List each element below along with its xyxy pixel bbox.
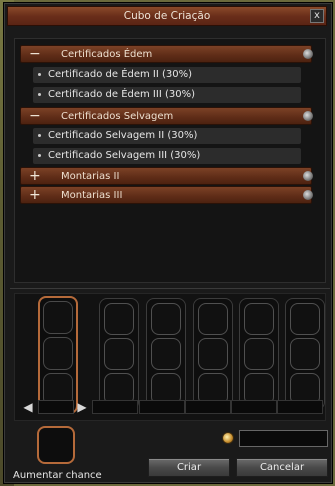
- category-end-knob: [303, 49, 313, 59]
- category-label: Certificados Selvagem: [61, 111, 174, 122]
- category-end-knob: [303, 190, 313, 200]
- list-item[interactable]: Certificado Selvagem III (30%): [33, 148, 301, 164]
- title-bar[interactable]: Cubo de Criação x: [7, 6, 327, 26]
- collapse-icon[interactable]: −: [29, 108, 41, 124]
- quantity-cell: [139, 400, 185, 414]
- item-label: Certificado Selvagem III (30%): [48, 150, 201, 161]
- expand-icon[interactable]: +: [29, 187, 41, 203]
- material-column: [239, 298, 279, 410]
- category-end-knob: [303, 171, 313, 181]
- material-column: [285, 298, 325, 410]
- coin-icon: [222, 432, 234, 444]
- result-slot[interactable]: [38, 296, 78, 414]
- category-label: Montarias III: [61, 190, 123, 201]
- material-slot[interactable]: [290, 338, 320, 370]
- cost-field: [239, 430, 328, 447]
- quantity-cell: [92, 400, 138, 414]
- chance-label: Aumentar chance: [13, 470, 102, 481]
- material-column: [193, 298, 233, 410]
- item-label: Certificado Selvagem II (30%): [48, 130, 198, 141]
- material-slot[interactable]: [104, 338, 134, 370]
- cancel-button[interactable]: Cancelar: [236, 458, 328, 477]
- chevron-left-icon[interactable]: ◀: [22, 400, 34, 414]
- material-slot[interactable]: [151, 303, 181, 335]
- result-cell[interactable]: [43, 337, 73, 370]
- chevron-right-icon[interactable]: ▶: [76, 400, 88, 414]
- material-slot[interactable]: [290, 303, 320, 335]
- material-slot[interactable]: [198, 303, 228, 335]
- material-column: [146, 298, 186, 410]
- item-label: Certificado de Édem III (30%): [48, 89, 195, 100]
- material-slot[interactable]: [244, 338, 274, 370]
- collapse-icon[interactable]: −: [29, 46, 41, 62]
- material-column: [99, 298, 139, 410]
- crafting-window: Cubo de Criação x − Certificados Édem Ce…: [3, 2, 333, 484]
- bullet-icon: [38, 73, 41, 76]
- quantity-cell: [185, 400, 231, 414]
- quantity-cell: [277, 400, 323, 414]
- quantity-cell: [231, 400, 277, 414]
- list-item[interactable]: Certificado Selvagem II (30%): [33, 128, 301, 144]
- item-label: Certificado de Édem II (30%): [48, 69, 193, 80]
- bullet-icon: [38, 93, 41, 96]
- recipe-list: − Certificados Édem Certificado de Édem …: [14, 38, 326, 283]
- category-montarias-ii[interactable]: + Montarias II: [20, 167, 313, 185]
- page-field: [38, 400, 74, 414]
- category-montarias-iii[interactable]: + Montarias III: [20, 186, 313, 204]
- category-label: Montarias II: [61, 171, 120, 182]
- category-certificados-selvagem[interactable]: − Certificados Selvagem: [20, 107, 313, 125]
- bottom-panel: Aumentar chance Criar Cancelar: [10, 423, 332, 483]
- material-slot[interactable]: [104, 303, 134, 335]
- category-certificados-edem[interactable]: − Certificados Édem: [20, 45, 313, 63]
- category-label: Certificados Édem: [61, 49, 153, 60]
- divider: [10, 288, 330, 289]
- list-item[interactable]: Certificado de Édem II (30%): [33, 67, 301, 83]
- bullet-icon: [38, 154, 41, 157]
- result-cell[interactable]: [43, 301, 73, 334]
- list-item[interactable]: Certificado de Édem III (30%): [33, 87, 301, 103]
- close-icon[interactable]: x: [310, 9, 324, 23]
- expand-icon[interactable]: +: [29, 168, 41, 184]
- chance-slot[interactable]: [37, 426, 75, 464]
- create-button[interactable]: Criar: [148, 458, 230, 477]
- category-end-knob: [303, 111, 313, 121]
- bullet-icon: [38, 134, 41, 137]
- material-slot[interactable]: [198, 338, 228, 370]
- material-slot[interactable]: [151, 338, 181, 370]
- material-slot[interactable]: [244, 303, 274, 335]
- window-title: Cubo de Criação: [123, 10, 211, 22]
